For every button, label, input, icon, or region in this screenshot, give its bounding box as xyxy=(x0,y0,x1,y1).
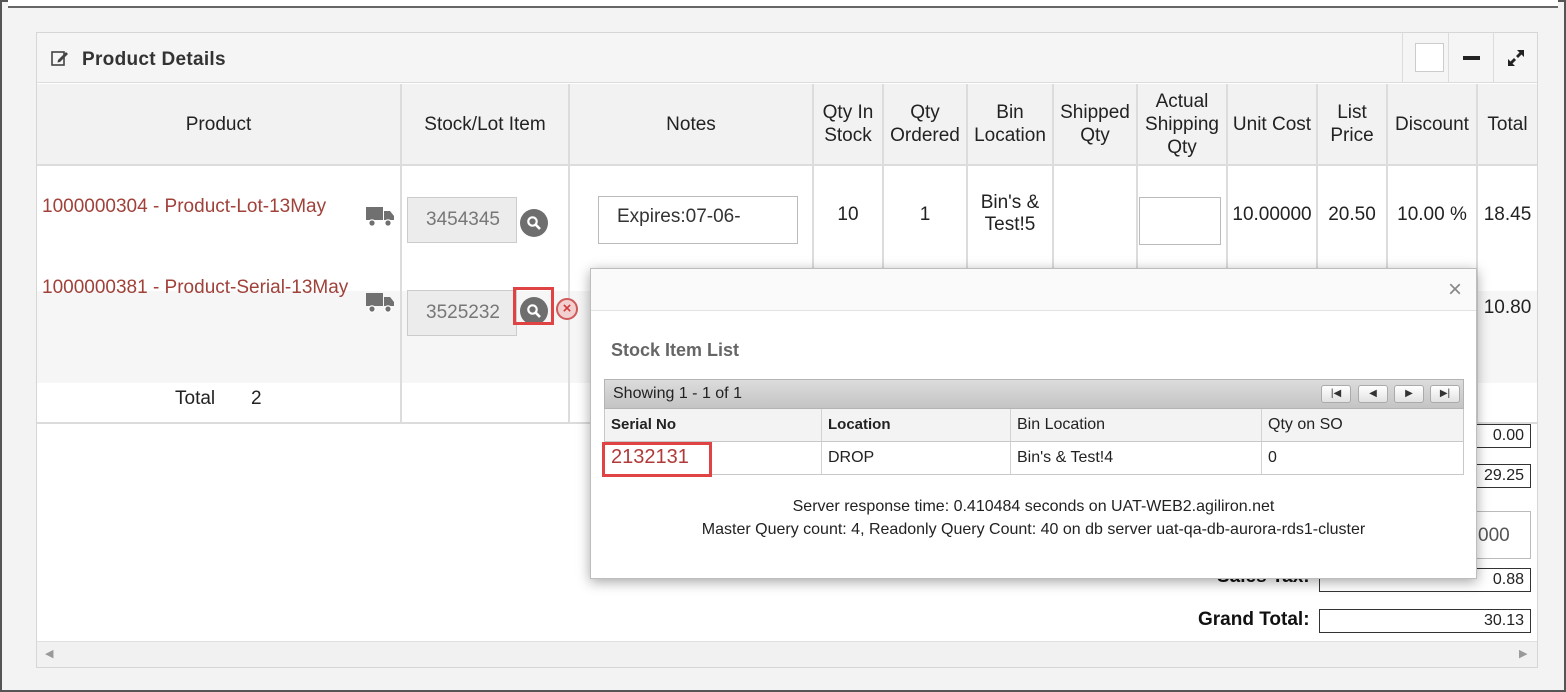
bin-location-cell: Bin's & Test!4 xyxy=(1011,442,1262,474)
actual-shipping-qty-input-row1[interactable] xyxy=(1139,197,1221,245)
summary-value-1: 0.00 xyxy=(1475,424,1531,448)
unit-cost-row1: 10.00000 xyxy=(1232,204,1312,225)
pager-text: Showing 1 - 1 of 1 xyxy=(613,385,742,402)
col-header-shipped-qty: Shipped Qty xyxy=(1054,84,1136,164)
panel-title: Product Details xyxy=(82,49,226,70)
qty-ordered-row1: 1 xyxy=(919,204,931,225)
select-toggle-button[interactable] xyxy=(1402,33,1447,83)
col-header-bin-location[interactable]: Bin Location xyxy=(1011,409,1262,441)
edit-icon xyxy=(51,51,68,66)
column-divider xyxy=(400,84,402,424)
discount-row1: 10.00 % xyxy=(1397,204,1467,225)
top-panel-edge xyxy=(8,0,1558,8)
col-header-qty-on-so[interactable]: Qty on SO xyxy=(1262,409,1465,441)
bin-location-row1: Bin's & Test!5 xyxy=(980,192,1040,235)
stock-lot-input-row1[interactable]: 3454345 xyxy=(407,197,517,243)
truck-icon[interactable] xyxy=(365,290,395,314)
minus-icon xyxy=(1463,56,1480,60)
qty-on-so-cell: 0 xyxy=(1268,449,1277,466)
stock-item-list-dialog: × Stock Item List Showing 1 - 1 of 1 |◀ … xyxy=(590,268,1477,579)
grand-total-value: 30.13 xyxy=(1319,609,1531,633)
panel-header: Product Details xyxy=(37,33,1537,83)
product-link-row1[interactable]: 1000000304 - Product-Lot-13May xyxy=(42,196,326,218)
search-button-highlight xyxy=(513,287,554,325)
total-label: Total xyxy=(175,388,216,409)
prev-page-button[interactable]: ◀ xyxy=(1358,385,1388,403)
truck-icon[interactable] xyxy=(365,204,395,228)
total-row2: 10.80 xyxy=(1483,297,1532,318)
query-count-text: Master Query count: 4, Readonly Query Co… xyxy=(701,521,1366,538)
dialog-heading: Stock Item List xyxy=(611,340,740,360)
dialog-titlebar: × xyxy=(591,269,1476,311)
col-header-location[interactable]: Location xyxy=(822,409,1011,441)
location-cell: DROP xyxy=(822,442,1011,474)
stock-grid-header: Serial No Location Bin Location Qty on S… xyxy=(604,409,1464,442)
qty-in-stock-row1: 10 xyxy=(837,204,859,225)
expand-button[interactable] xyxy=(1493,33,1538,83)
col-header-list-price: List Price xyxy=(1318,84,1386,164)
first-page-button[interactable]: |◀ xyxy=(1321,385,1351,403)
col-header-discount: Discount xyxy=(1388,84,1476,164)
list-price-row1: 20.50 xyxy=(1328,204,1376,225)
column-divider xyxy=(568,84,570,424)
pager-bar: Showing 1 - 1 of 1 |◀ ◀ ▶ ▶| xyxy=(604,379,1464,409)
col-header-product: Product xyxy=(37,84,400,164)
expand-icon xyxy=(1508,50,1524,66)
scroll-right-icon[interactable]: ▶ xyxy=(1519,647,1527,660)
horizontal-scrollbar[interactable]: ◀ ▶ xyxy=(37,641,1537,667)
product-link-row2[interactable]: 1000000381 - Product-Serial-13May xyxy=(42,277,348,299)
search-lot-button-row1[interactable] xyxy=(520,209,548,237)
remove-lot-button[interactable]: × xyxy=(556,298,578,320)
col-header-bin-location: Bin Location xyxy=(968,84,1052,164)
col-header-total: Total xyxy=(1478,84,1537,164)
col-header-unit-cost: Unit Cost xyxy=(1228,84,1316,164)
server-response-text: Server response time: 0.410484 seconds o… xyxy=(792,498,1275,515)
close-icon[interactable]: × xyxy=(1448,276,1462,304)
close-circle-icon: × xyxy=(562,300,572,317)
stock-lot-input-row2[interactable]: 3525232 xyxy=(407,290,517,336)
row-divider xyxy=(37,164,1537,166)
search-icon xyxy=(527,216,541,230)
total-count: 2 xyxy=(251,388,262,409)
collapse-button[interactable] xyxy=(1448,33,1493,83)
notes-textarea-row1[interactable]: Expires:07-06- xyxy=(598,196,798,244)
col-header-actual-shipping-qty: Actual Shipping Qty xyxy=(1138,84,1226,164)
summary-value-2: 29.25 xyxy=(1475,464,1531,488)
scroll-left-icon[interactable]: ◀ xyxy=(45,647,53,660)
col-header-notes: Notes xyxy=(570,84,812,164)
next-page-button[interactable]: ▶ xyxy=(1394,385,1424,403)
col-header-serial-no[interactable]: Serial No xyxy=(605,409,822,441)
col-header-qty-in-stock: Qty In Stock xyxy=(814,84,882,164)
col-header-stock-lot: Stock/Lot Item xyxy=(402,84,568,164)
grand-total-label: Grand Total: xyxy=(1198,609,1310,630)
last-page-button[interactable]: ▶| xyxy=(1430,385,1460,403)
col-header-qty-ordered: Qty Ordered xyxy=(884,84,966,164)
total-row1: 18.45 xyxy=(1483,204,1532,225)
select-checkbox[interactable] xyxy=(1415,43,1444,72)
stock-grid-row[interactable]: 2132131 DROP Bin's & Test!4 0 xyxy=(604,442,1464,475)
serial-highlight xyxy=(602,442,712,477)
